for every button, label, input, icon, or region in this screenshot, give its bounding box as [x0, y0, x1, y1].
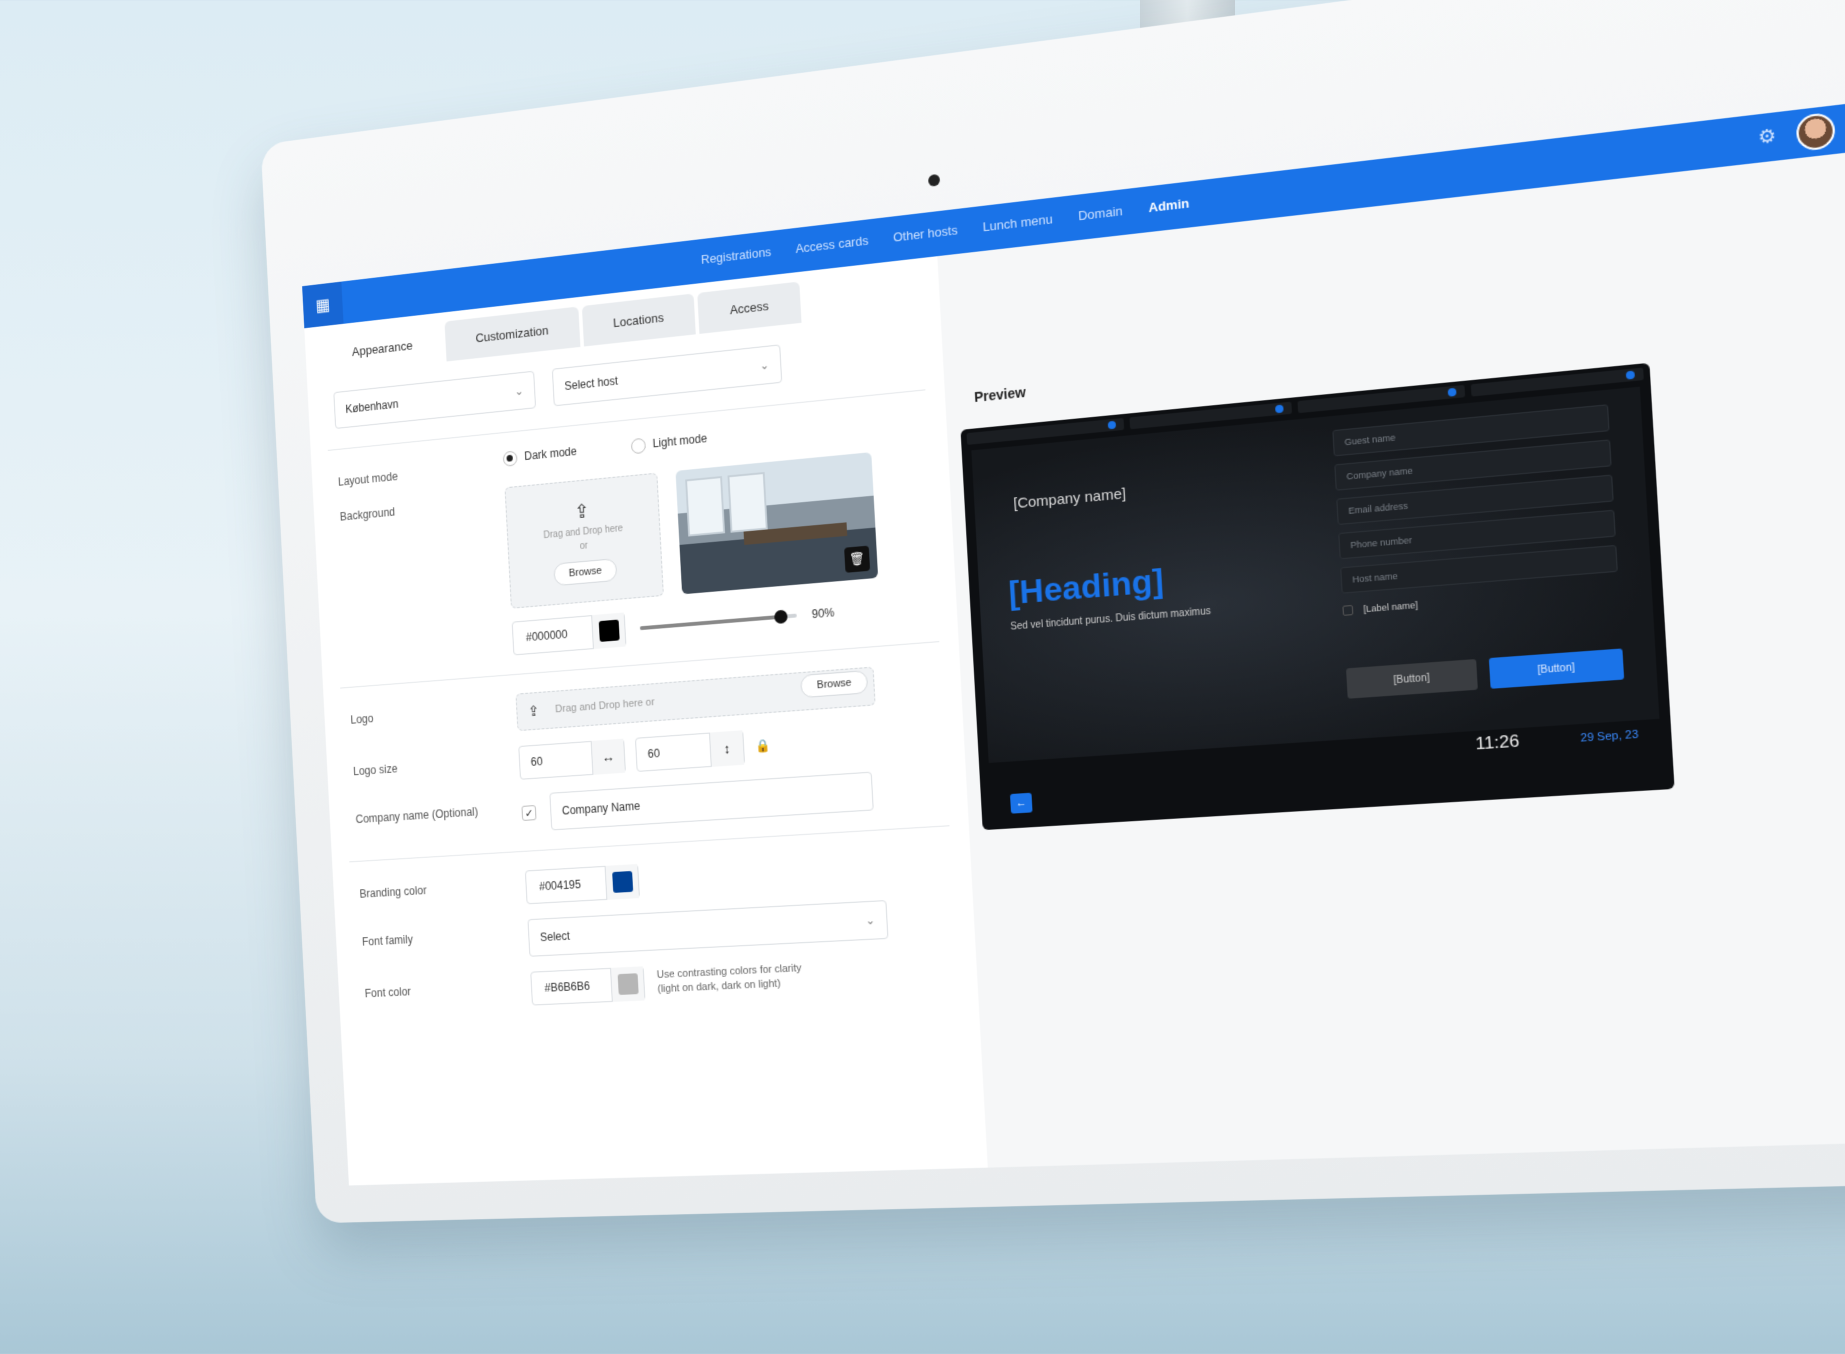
company-name-label: Company name (Optional): [355, 805, 479, 826]
font-family-value: Select: [539, 929, 571, 944]
avatar[interactable]: [1795, 111, 1836, 152]
dark-mode-radio[interactable]: Dark mode: [502, 444, 578, 467]
screen: ▦ Registrations Access cards Other hosts…: [302, 103, 1845, 1186]
thumb-window: [685, 476, 726, 537]
logo-width-value: 60: [530, 754, 543, 769]
browse-button[interactable]: Browse: [552, 557, 618, 586]
preview-tab-dot: [1625, 370, 1635, 380]
location-select[interactable]: København ⌄: [333, 370, 537, 429]
trash-icon[interactable]: 🗑: [844, 545, 871, 573]
opacity-slider[interactable]: [639, 609, 797, 631]
light-mode-radio[interactable]: Light mode: [630, 432, 707, 455]
preview-time: 11:26: [1474, 731, 1520, 754]
font-family-label: Font family: [361, 932, 414, 949]
vertical-arrows-icon: ↕: [708, 730, 745, 767]
branding-hex: #004195: [538, 877, 582, 894]
upload-icon: ⇪: [527, 703, 540, 720]
background-swatch: [598, 619, 620, 642]
logo-label: Logo: [350, 711, 374, 727]
settings-panel: Appearance Customization Locations Acces…: [304, 256, 988, 1186]
preview-date: 29 Sep, 23: [1580, 728, 1639, 745]
dark-mode-label: Dark mode: [523, 444, 578, 464]
preview-form: Guest name Company name Email address Ph…: [1332, 404, 1619, 616]
logo-height-value: 60: [647, 746, 661, 761]
background-dropzone[interactable]: ⇪ Drag and Drop here or Browse: [504, 472, 664, 609]
branding-color-label: Branding color: [359, 883, 427, 901]
preview-secondary-button: [Button]: [1346, 659, 1478, 699]
drop-text: Drag and Drop here: [543, 522, 624, 541]
nav-access-cards[interactable]: Access cards: [795, 233, 869, 256]
font-color-hex: #B6B6B6: [544, 979, 591, 995]
background-field: ⇪ Drag and Drop here or Browse 🗑 #000000…: [504, 448, 929, 656]
monitor: ▦ Registrations Access cards Other hosts…: [260, 0, 1845, 1224]
company-name-checkbox[interactable]: ✓: [521, 805, 537, 821]
nav-admin[interactable]: Admin: [1148, 196, 1189, 216]
upload-icon: ⇪: [573, 500, 591, 523]
logo-height-input[interactable]: 60 ↕: [634, 730, 746, 772]
nav-domain[interactable]: Domain: [1078, 203, 1123, 223]
font-color-hint: Use contrasting colors for clarity (ligh…: [656, 962, 802, 996]
preview-screen: [Company name] [Heading] Sed vel tincidu…: [971, 386, 1660, 763]
branding-color-input[interactable]: #004195: [524, 863, 640, 905]
radio-icon: [630, 437, 646, 455]
location-select-value: København: [345, 397, 399, 416]
branding-swatch-button[interactable]: [604, 864, 639, 900]
background-hex: #000000: [525, 627, 568, 645]
preview-tab-dot: [1107, 420, 1117, 430]
logo-browse-button[interactable]: Browse: [800, 670, 869, 699]
background-swatch-button[interactable]: [591, 612, 626, 650]
preview-checkbox: [1342, 604, 1354, 616]
horizontal-arrows-icon: ↔: [590, 738, 625, 775]
preview-title: Preview: [973, 384, 1027, 405]
host-select-placeholder: Select host: [564, 374, 619, 393]
font-color-swatch: [617, 973, 639, 996]
nav-other-hosts[interactable]: Other hosts: [893, 223, 958, 245]
lock-icon[interactable]: 🔒: [755, 738, 771, 754]
preview-heading: [Heading]: [1007, 561, 1165, 613]
preview-buttons: [Button] [Button]: [1346, 648, 1625, 699]
preview-device: [Company name] [Heading] Sed vel tincidu…: [960, 362, 1675, 831]
light-mode-label: Light mode: [652, 431, 708, 451]
logo-size-label: Logo size: [352, 762, 398, 779]
arrow-left-icon: ←: [1009, 792, 1033, 814]
host-select[interactable]: Select host ⌄: [551, 344, 783, 407]
branding-swatch: [611, 870, 633, 893]
font-color-input[interactable]: #B6B6B6: [530, 966, 646, 1006]
chevron-down-icon: ⌄: [759, 358, 770, 373]
grid-icon[interactable]: ▦: [302, 281, 344, 329]
or-text: or: [579, 540, 589, 552]
gear-icon[interactable]: ⚙: [1758, 125, 1777, 149]
preview-tab-dot: [1275, 404, 1284, 414]
preview-checkbox-label: [Label name]: [1363, 599, 1419, 615]
webcam: [927, 173, 941, 187]
chevron-down-icon: ⌄: [514, 384, 524, 399]
font-color-label: Font color: [364, 984, 412, 1001]
preview-area: Preview [Company name] [Heading] Sed vel…: [937, 151, 1845, 1168]
scene: ▦ Registrations Access cards Other hosts…: [0, 0, 1845, 1354]
font-family-select[interactable]: Select ⌄: [527, 900, 889, 957]
company-name-value: Company Name: [561, 799, 641, 818]
nav-registrations[interactable]: Registrations: [701, 244, 772, 266]
radio-icon: [502, 450, 518, 467]
preview-tab-dot: [1447, 387, 1457, 397]
font-color-swatch-button[interactable]: [610, 966, 645, 1002]
logo-width-input[interactable]: 60 ↔: [518, 738, 626, 780]
background-label: Background: [339, 505, 396, 524]
slider-knob[interactable]: [774, 609, 788, 625]
thumb-window: [727, 471, 768, 533]
nav-lunch-menu[interactable]: Lunch menu: [982, 211, 1053, 234]
slider-fill: [639, 614, 782, 631]
preview-company-name: [Company name]: [1012, 485, 1127, 513]
logo-drop-text: Drag and Drop here or: [555, 696, 655, 716]
chevron-down-icon: ⌄: [865, 913, 876, 928]
background-thumbnail: 🗑: [675, 452, 879, 595]
background-color-input[interactable]: #000000: [511, 612, 627, 656]
preview-primary-button: [Button]: [1488, 648, 1625, 689]
opacity-value: 90%: [811, 605, 835, 622]
checkmark-icon: ✓: [524, 807, 534, 820]
